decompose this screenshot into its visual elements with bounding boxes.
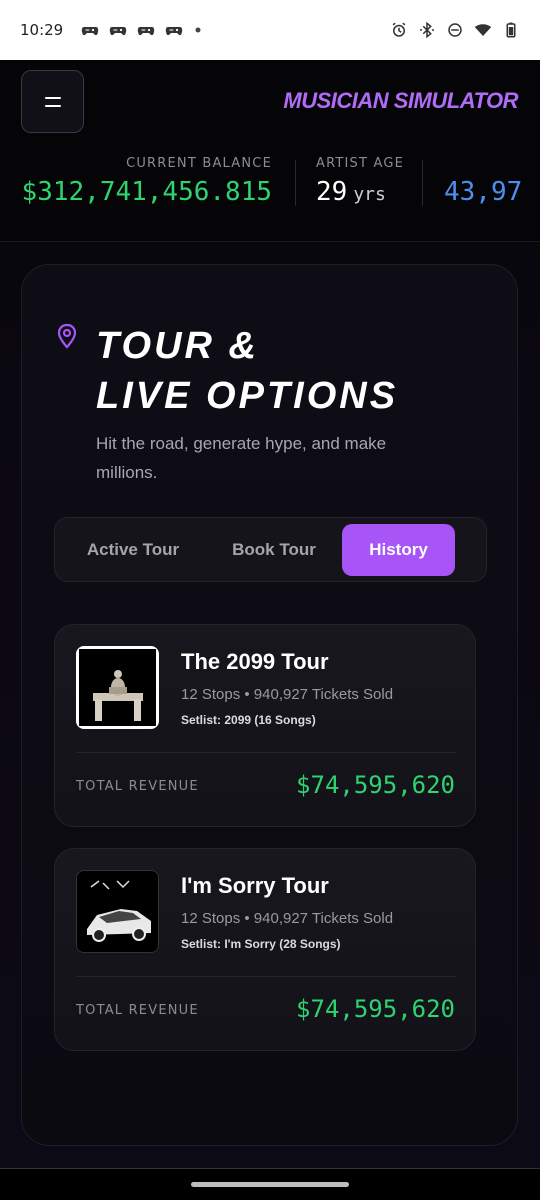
- app-screen: MUSICIAN SIMULATOR CURRENT BALANCE $312,…: [0, 60, 540, 1168]
- album-art-2099: [79, 649, 156, 726]
- tour-cover-image: [76, 870, 159, 953]
- game-controller-icon: [137, 27, 155, 36]
- system-icons: [390, 21, 520, 39]
- revenue-value: $74,595,620: [296, 995, 455, 1023]
- stat-divider: [295, 160, 296, 206]
- tour-name: The 2099 Tour: [181, 649, 329, 674]
- tour-setlist: Setlist: I'm Sorry (28 Songs): [181, 937, 341, 951]
- stats-bar: CURRENT BALANCE $312,741,456.815 ARTIST …: [0, 156, 540, 216]
- age-label: ARTIST AGE: [316, 156, 405, 171]
- home-gesture-handle[interactable]: [191, 1182, 349, 1187]
- tour-meta: 12 Stops • 940,927 Tickets Sold: [181, 686, 394, 703]
- game-controller-icon: [81, 27, 99, 36]
- app-brand: MUSICIAN SIMULATOR: [283, 88, 518, 113]
- divider: [76, 976, 456, 977]
- tour-history-card[interactable]: The 2099 Tour 12 Stops • 940,927 Tickets…: [54, 624, 476, 827]
- stat-divider: [422, 160, 423, 206]
- alarm-icon: [392, 22, 406, 37]
- tour-meta: 12 Stops • 940,927 Tickets Sold: [181, 910, 394, 927]
- notification-icons: [81, 21, 203, 39]
- app-header: MUSICIAN SIMULATOR CURRENT BALANCE $312,…: [0, 60, 540, 242]
- revenue-label: TOTAL REVENUE: [76, 1003, 199, 1018]
- location-pin-icon: [57, 323, 77, 349]
- album-art-im-sorry: [77, 871, 158, 952]
- bluetooth-icon: [420, 21, 434, 39]
- tour-history-card[interactable]: I'm Sorry Tour 12 Stops • 940,927 Ticket…: [54, 848, 476, 1051]
- section-subtitle: Hit the road, generate hype, and make mi…: [96, 434, 387, 482]
- tour-tabs: Active Tour Book Tour History: [54, 517, 487, 582]
- age-stat: ARTIST AGE 29 yrs: [316, 156, 404, 207]
- balance-label: CURRENT BALANCE: [126, 156, 272, 171]
- age-value: 29: [316, 177, 348, 207]
- hamburger-icon: [44, 96, 61, 99]
- tour-options-card: TOUR & LIVE OPTIONS Hit the road, genera…: [21, 264, 518, 1146]
- revenue-label: TOTAL REVENUE: [76, 779, 199, 794]
- tab-book-tour[interactable]: Book Tour: [211, 524, 337, 576]
- battery-icon: [506, 22, 516, 38]
- status-bar: 10:29: [0, 0, 540, 60]
- menu-button[interactable]: [21, 70, 84, 133]
- divider: [76, 752, 456, 753]
- status-time: 10:29: [20, 21, 64, 39]
- game-controller-icon: [109, 27, 127, 36]
- third-stat-label: [444, 156, 522, 171]
- do-not-disturb-icon: [448, 23, 462, 37]
- third-stat-value: 43,97: [444, 177, 523, 207]
- third-stat: 43,97: [444, 156, 522, 207]
- system-nav-bar: [0, 1168, 540, 1200]
- tab-history[interactable]: History: [342, 524, 455, 576]
- hamburger-icon: [44, 104, 61, 107]
- tab-active-tour[interactable]: Active Tour: [67, 524, 199, 576]
- tour-name: I'm Sorry Tour: [181, 873, 329, 898]
- section-title: TOUR & LIVE OPTIONS: [96, 321, 398, 421]
- game-controller-icon: [165, 27, 183, 36]
- title-line-1: TOUR &: [96, 325, 259, 367]
- tour-cover-image: [76, 646, 159, 729]
- age-unit: yrs: [353, 184, 386, 205]
- age-value-row: 29 yrs: [316, 177, 404, 207]
- balance-value: $312,741,456.815: [21, 177, 272, 207]
- title-line-2: LIVE OPTIONS: [96, 375, 399, 417]
- dot-icon: [195, 27, 201, 33]
- tour-setlist: Setlist: 2099 (16 Songs): [181, 713, 316, 727]
- balance-stat: CURRENT BALANCE $312,741,456.815: [22, 156, 272, 207]
- wifi-icon: [474, 24, 492, 36]
- revenue-value: $74,595,620: [296, 771, 455, 799]
